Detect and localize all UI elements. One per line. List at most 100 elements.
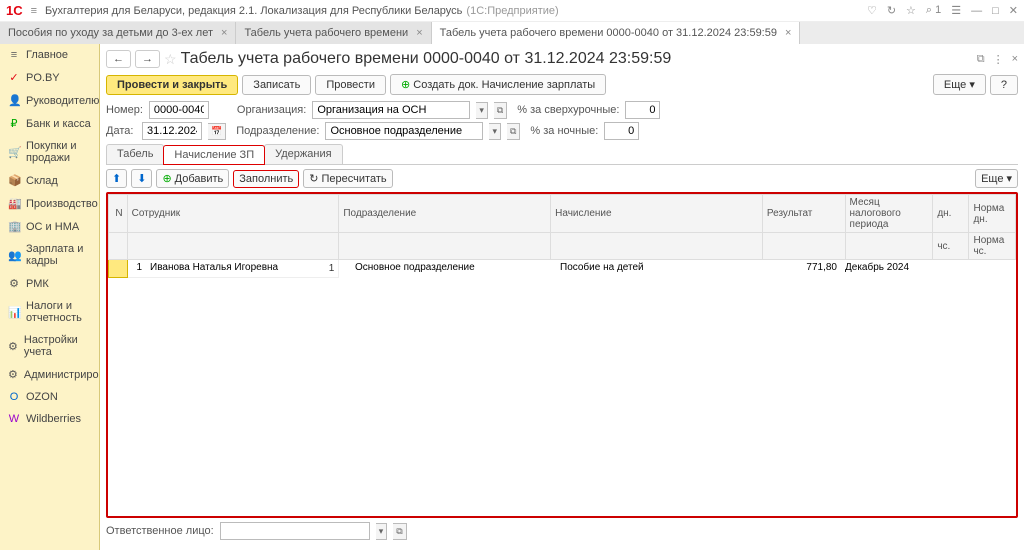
post-button[interactable]: Провести	[315, 75, 386, 95]
app-logo: 1C	[6, 3, 23, 18]
menu-dots-icon[interactable]: ⋮	[993, 53, 1004, 66]
search-icon[interactable]: ⌕ 1	[926, 4, 941, 17]
sidebar-icon: W	[8, 413, 20, 425]
grid-more-button[interactable]: Еще ▾	[975, 169, 1018, 188]
dept-field[interactable]	[325, 122, 483, 140]
sidebar-item[interactable]: 📊Налоги и отчетность	[0, 295, 99, 329]
forward-button[interactable]: →	[135, 50, 160, 68]
subtab-deductions[interactable]: Удержания	[264, 144, 342, 164]
col-norm-days[interactable]: Норма дн.	[969, 195, 1016, 233]
sidebar-icon: 📦	[8, 174, 20, 187]
sidebar-item[interactable]: ⚙Настройки учета	[0, 329, 99, 363]
sidebar: ≡Главное ✓ PO.BY 👤Руководителю₽Банк и касса…	[0, 44, 100, 550]
number-field[interactable]	[149, 101, 209, 119]
tab-timesheet-list[interactable]: Табель учета рабочего времени×	[236, 22, 431, 44]
col-result[interactable]: Результат	[762, 195, 845, 233]
cell-result[interactable]: 771,80	[761, 259, 841, 276]
sidebar-item[interactable]: 👥Зарплата и кадры	[0, 238, 99, 272]
sidebar-item[interactable]: 🏢ОС и НМА	[0, 215, 99, 238]
col-period[interactable]: Месяц налогового периода	[845, 195, 933, 233]
col-employee[interactable]: Сотрудник	[127, 195, 339, 233]
responsible-label: Ответственное лицо:	[106, 525, 214, 537]
close-icon[interactable]: ×	[785, 27, 791, 39]
sidebar-item[interactable]: W Wildberries	[0, 408, 99, 430]
col-n[interactable]: N	[109, 195, 128, 233]
sidebar-label: PO.BY	[26, 72, 60, 84]
cell-dept[interactable]: Основное подразделение	[351, 259, 556, 276]
sidebar-item[interactable]: 👤Руководителю	[0, 89, 99, 112]
col-norm-hours[interactable]: Норма чс.	[969, 233, 1016, 260]
sidebar-item[interactable]: ≡Главное	[0, 44, 99, 66]
dropdown-icon[interactable]: ▾	[489, 123, 501, 140]
more-button[interactable]: Еще ▾	[933, 74, 986, 95]
move-up-button[interactable]: ⬆	[106, 169, 127, 188]
sidebar-label: Покупки и продажи	[26, 140, 91, 164]
sidebar-label: Wildberries	[26, 413, 81, 425]
bell-icon[interactable]: ♡	[867, 4, 877, 17]
open-icon[interactable]: ⧉	[507, 123, 520, 140]
star-icon[interactable]: ☆	[906, 4, 916, 17]
sidebar-item[interactable]: ₽Банк и касса	[0, 112, 99, 135]
menu-icon[interactable]: ≡	[31, 5, 37, 17]
close-icon[interactable]: ✕	[1009, 4, 1018, 17]
date-field[interactable]	[142, 122, 202, 140]
subtab-timesheet[interactable]: Табель	[106, 144, 164, 164]
create-accrual-button[interactable]: ⊕ Создать док. Начисление зарплаты	[390, 74, 606, 95]
row-marker[interactable]	[109, 260, 128, 278]
minimize-icon[interactable]: —	[971, 5, 982, 17]
close-icon[interactable]: ×	[1012, 53, 1018, 66]
sidebar-icon: ✓	[8, 71, 20, 84]
tab-timesheet-doc[interactable]: Табель учета рабочего времени 0000-0040 …	[432, 22, 801, 44]
sidebar-icon: ≡	[8, 49, 20, 61]
recalc-button[interactable]: ↻Пересчитать	[303, 169, 392, 188]
sidebar-item[interactable]: 📦Склад	[0, 169, 99, 192]
dropdown-icon[interactable]: ▾	[376, 523, 388, 540]
post-and-close-button[interactable]: Провести и закрыть	[106, 75, 238, 95]
sidebar-icon: ⚙	[8, 368, 18, 381]
responsible-field[interactable]	[220, 522, 370, 540]
tab-allowances[interactable]: Пособия по уходу за детьми до 3-ех лет×	[0, 22, 236, 44]
maximize-icon[interactable]: □	[992, 5, 999, 17]
col-accrual[interactable]: Начисление	[551, 195, 763, 233]
cell-accrual[interactable]: Пособие на детей	[556, 259, 761, 276]
calendar-icon[interactable]: 📅	[208, 123, 226, 140]
overtime-field[interactable]	[625, 101, 660, 119]
favorite-icon[interactable]: ☆	[164, 51, 177, 68]
col-hours[interactable]: чс.	[933, 233, 969, 260]
night-field[interactable]	[604, 122, 639, 140]
sidebar-item[interactable]: 🛒Покупки и продажи	[0, 135, 99, 169]
sidebar-icon: 👥	[8, 249, 20, 262]
move-down-button[interactable]: ⬇	[131, 169, 152, 188]
back-button[interactable]: ←	[106, 50, 131, 68]
sidebar-item[interactable]: ✓ PO.BY	[0, 66, 99, 89]
org-field[interactable]	[312, 101, 470, 119]
close-icon[interactable]: ×	[416, 27, 422, 39]
sidebar-item[interactable]: 🏭Производство	[0, 192, 99, 215]
open-icon[interactable]: ⧉	[393, 523, 406, 540]
app-subtitle: (1С:Предприятие)	[466, 5, 558, 17]
sidebar-item[interactable]: ⚙Администрирование	[0, 363, 99, 386]
sidebar-icon: 🏭	[8, 197, 20, 210]
accrual-grid[interactable]: N Сотрудник Подразделение Начисление Рез…	[106, 192, 1018, 518]
night-label: % за ночные:	[530, 125, 598, 137]
open-icon[interactable]: ⧉	[494, 102, 507, 119]
user-icon[interactable]: ☰	[951, 4, 961, 17]
subtab-accrual[interactable]: Начисление ЗП	[163, 145, 265, 165]
close-icon[interactable]: ×	[221, 27, 227, 39]
col-days[interactable]: дн.	[933, 195, 969, 233]
help-button[interactable]: ?	[990, 75, 1018, 95]
sidebar-item[interactable]: OOZON	[0, 386, 99, 408]
cell-employee[interactable]: Иванова Наталья Игоревна	[146, 259, 351, 276]
date-label: Дата:	[106, 125, 136, 137]
history-icon[interactable]: ↻	[887, 4, 896, 17]
sidebar-label: Банк и касса	[26, 118, 91, 130]
write-button[interactable]: Записать	[242, 75, 311, 95]
col-dept[interactable]: Подразделение	[339, 195, 551, 233]
fill-button[interactable]: Заполнить	[233, 170, 299, 188]
sidebar-item[interactable]: ⚙РМК	[0, 272, 99, 295]
cell-period[interactable]: Декабрь 2024	[841, 259, 926, 276]
dropdown-icon[interactable]: ▾	[476, 102, 488, 119]
sidebar-label: OZON	[26, 391, 58, 403]
add-row-button[interactable]: ⊕Добавить	[156, 169, 229, 188]
link-icon[interactable]: ⧉	[977, 53, 985, 66]
